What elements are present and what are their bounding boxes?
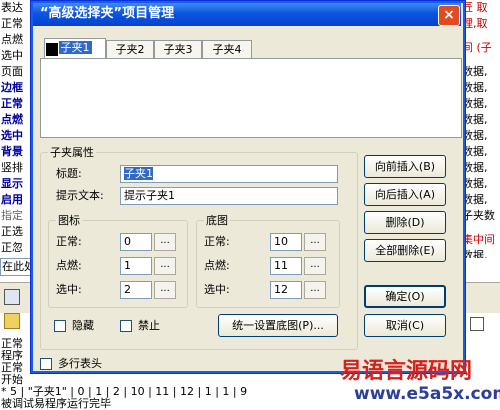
icon-hover-label: 点燃:: [56, 259, 82, 272]
tab-item-3[interactable]: 子夹3: [154, 40, 202, 59]
bg-selected-label: 选中:: [204, 283, 230, 296]
tab-label: 子夹1: [58, 41, 92, 54]
tab-item-2[interactable]: 子夹2: [106, 40, 154, 59]
bg-normal-label: 正常:: [204, 235, 230, 248]
code-line: 数据,: [462, 97, 488, 110]
delete-all-button[interactable]: 全部删除(E): [364, 239, 446, 262]
tab-item-4[interactable]: 子夹4: [202, 40, 252, 59]
delete-button[interactable]: 删除(D): [364, 211, 446, 234]
dialog-title: “高级选择夹”项目管理: [40, 6, 175, 21]
tab-panel: [40, 58, 462, 138]
code-line: 理,取: [462, 17, 488, 30]
code-line: 数据,: [462, 81, 488, 94]
icon-normal-label: 正常:: [56, 235, 82, 248]
output-line: 被调试易程序运行完毕: [1, 397, 111, 410]
code-line: 数据,: [462, 129, 488, 142]
clipboard-icon[interactable]: [470, 317, 484, 331]
bg-selected-input[interactable]: 12: [270, 281, 302, 299]
props-group-label: 子夹属性: [48, 146, 96, 159]
icon-normal-browse-button[interactable]: ...: [154, 233, 176, 251]
icon-selected-browse-button[interactable]: ...: [154, 281, 176, 299]
command-input[interactable]: 在此处: [0, 258, 34, 276]
code-line: 数据,: [462, 177, 488, 190]
insert-after-button[interactable]: 向后插入(A): [364, 183, 446, 206]
icon-hover-browse-button[interactable]: ...: [154, 257, 176, 275]
tip-label: 提示文本:: [56, 189, 104, 202]
set-bg-button[interactable]: 统一设置底图(P)...: [218, 314, 338, 337]
bgimg-group-label: 底图: [204, 214, 230, 227]
code-line: 数据,: [462, 145, 488, 158]
icon-hover-input[interactable]: 1: [120, 257, 152, 275]
code-line: 数据,: [462, 161, 488, 174]
disable-label: 禁止: [138, 319, 160, 332]
hide-label: 隐藏: [72, 319, 94, 332]
watermark-title: 易语言源码网: [340, 359, 473, 384]
bg-hover-input[interactable]: 11: [270, 257, 302, 275]
code-line: 数据,: [462, 113, 488, 126]
title-input[interactable]: 子夹1: [120, 165, 338, 183]
code-line: 数据,: [462, 193, 488, 206]
title-label: 标题:: [56, 167, 82, 180]
close-button[interactable]: ×: [438, 5, 460, 26]
printer-icon[interactable]: [4, 289, 20, 305]
bg-selected-browse-button[interactable]: ...: [304, 281, 326, 299]
icon-selected-input[interactable]: 2: [120, 281, 152, 299]
tip-input[interactable]: 提示子夹1: [120, 187, 338, 205]
title-value: 子夹1: [124, 167, 153, 180]
watermark-url: www.e5a5x.com: [354, 384, 500, 404]
multiline-checkbox[interactable]: [40, 358, 52, 370]
hide-checkbox[interactable]: [54, 320, 66, 332]
code-line: 集中间: [462, 233, 495, 246]
bg-normal-browse-button[interactable]: ...: [304, 233, 326, 251]
code-line: 数据,: [462, 65, 488, 78]
icon-normal-input[interactable]: 0: [120, 233, 152, 251]
icon-selected-label: 选中:: [56, 283, 82, 296]
bg-normal-input[interactable]: 10: [270, 233, 302, 251]
code-editor: 匠 取 理,取 间 (子 数据, 数据, 数据, 数据, 数据, 数据, 数据,…: [462, 0, 500, 270]
insert-before-button[interactable]: 向前插入(B): [364, 155, 446, 178]
code-line: 子夹数: [462, 209, 495, 222]
code-line: 匠 取: [462, 1, 488, 14]
tip-icon[interactable]: [4, 313, 20, 329]
tab-image-icon: [46, 43, 58, 56]
disable-checkbox[interactable]: [120, 320, 132, 332]
cancel-button[interactable]: 取消(C): [364, 314, 446, 337]
bg-hover-browse-button[interactable]: ...: [304, 257, 326, 275]
code-line: 间 (子: [462, 41, 492, 54]
multiline-label: 多行表头: [58, 357, 102, 370]
ok-button[interactable]: 确定(O): [364, 285, 446, 308]
icon-group-label: 图标: [56, 214, 82, 227]
bg-hover-label: 点燃:: [204, 259, 230, 272]
